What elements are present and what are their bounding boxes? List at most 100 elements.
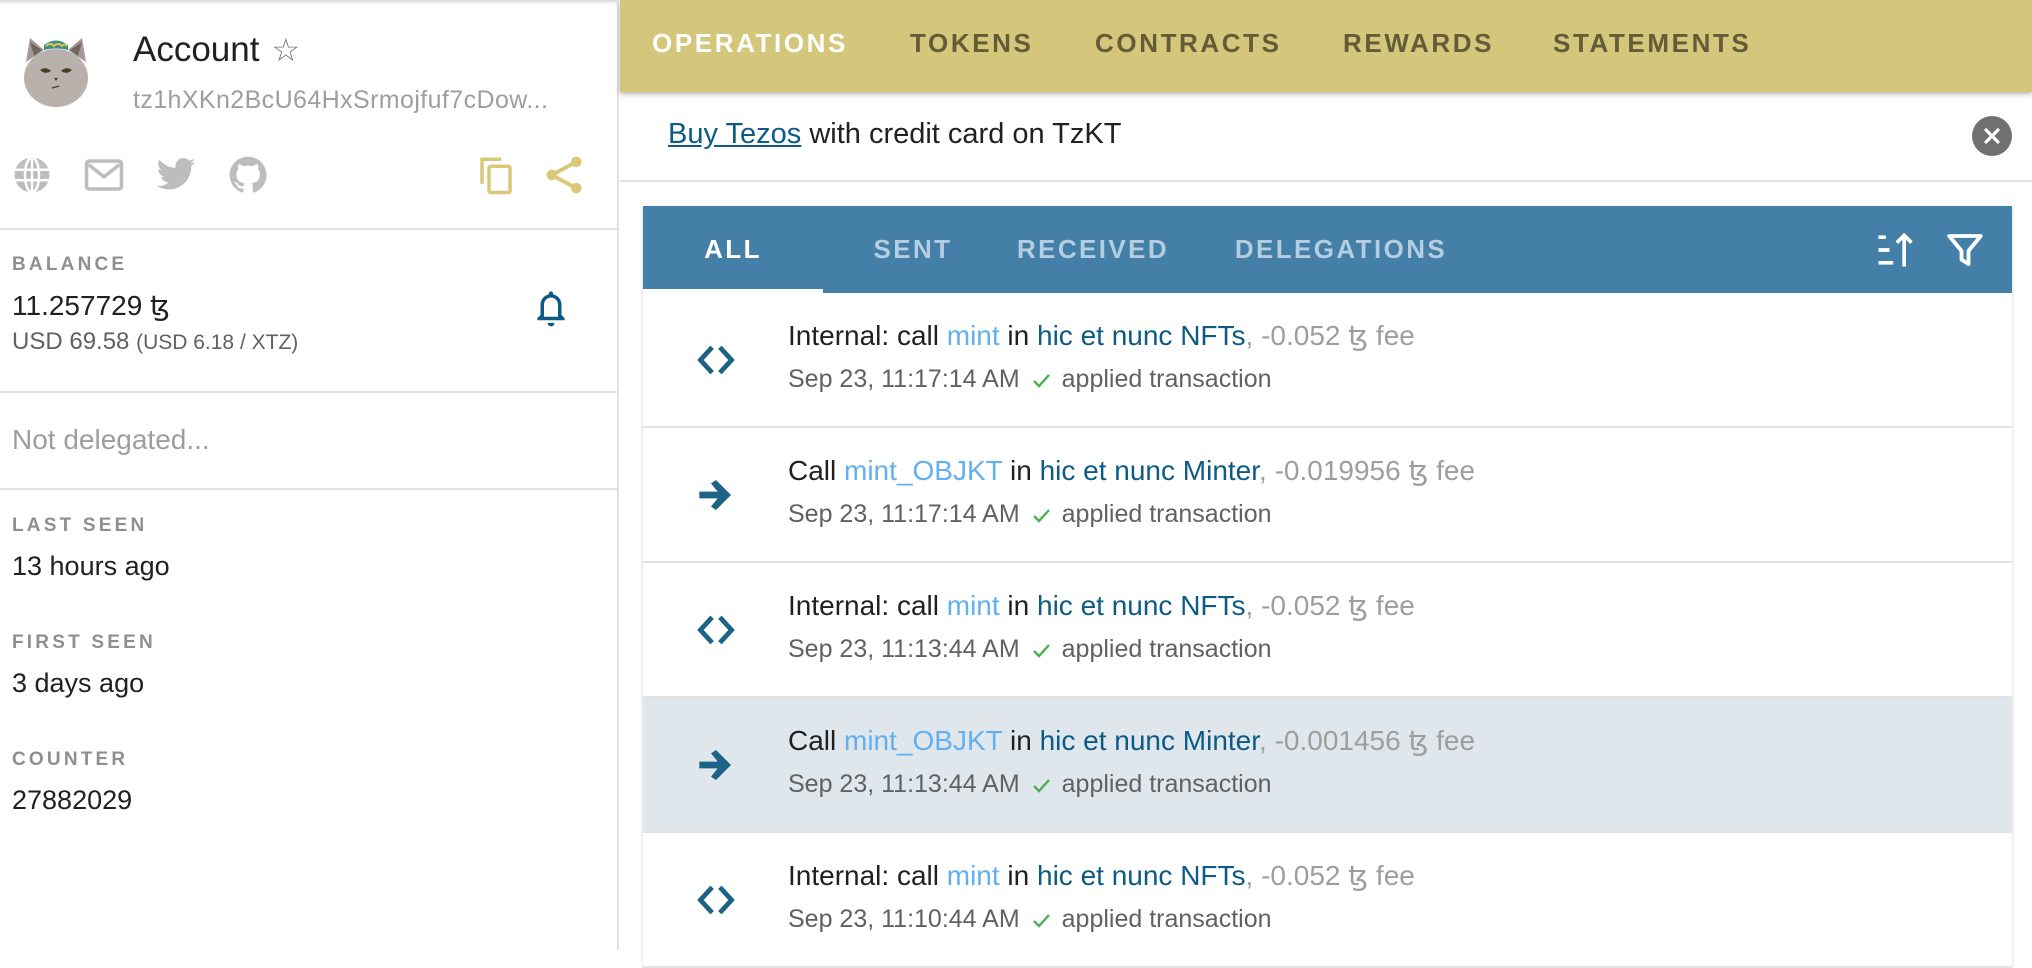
tab-sent[interactable]: SENT (823, 206, 1003, 293)
account-name: Account (133, 30, 260, 69)
operation-time[interactable]: Sep 23, 11:17:14 AM (788, 365, 1020, 394)
filter-icon[interactable] (1943, 228, 1987, 272)
counter-label: COUNTER (12, 749, 129, 770)
operation-in: in (999, 320, 1038, 351)
check-icon (1028, 907, 1054, 933)
entrypoint-link[interactable]: mint (947, 320, 1000, 351)
buy-tezos-banner: Buy Tezos with credit card on TzKT (620, 92, 2032, 182)
operation-in: in (999, 590, 1038, 621)
operations-list: Internal: call mint in hic et nunc NFTs,… (643, 293, 2012, 968)
operation-row[interactable]: Internal: call mint in hic et nunc NFTs,… (643, 293, 2012, 428)
github-icon[interactable] (226, 153, 270, 197)
check-icon (1028, 772, 1054, 798)
contract-link[interactable]: hic et nunc Minter (1040, 455, 1259, 486)
account-title: Account ☆ (133, 30, 300, 70)
check-icon (1028, 367, 1054, 393)
entrypoint-link[interactable]: mint_OBJKT (844, 725, 1002, 756)
code-brackets-icon (693, 337, 739, 383)
check-icon (1028, 502, 1054, 528)
operation-meta: Sep 23, 11:17:14 AM applied transaction (788, 500, 1272, 529)
operation-time[interactable]: Sep 23, 11:10:44 AM (788, 905, 1020, 934)
contract-link[interactable]: hic et nunc NFTs (1037, 590, 1246, 621)
account-actions (474, 152, 586, 198)
operation-in: in (999, 860, 1038, 891)
arrow-right-icon (693, 742, 739, 788)
last-seen-label: LAST SEEN (12, 515, 148, 536)
tab-operations[interactable]: OPERATIONS (652, 28, 848, 59)
copy-icon[interactable] (474, 153, 518, 197)
social-links (10, 152, 270, 198)
operation-fee: , -0.052 ꜩ fee (1245, 320, 1415, 351)
operation-status: applied transaction (1061, 635, 1272, 663)
code-brackets-icon (693, 607, 739, 653)
banner-text: Buy Tezos with credit card on TzKT (668, 118, 1121, 151)
share-icon[interactable] (542, 153, 586, 197)
banner-message: with credit card on TzKT (801, 118, 1122, 150)
operation-summary: Internal: call mint in hic et nunc NFTs,… (788, 859, 1415, 892)
operation-type-tabs: ALL SENT RECEIVED DELEGATIONS (643, 206, 2012, 293)
bell-icon[interactable] (530, 287, 572, 329)
tab-tokens[interactable]: TOKENS (910, 28, 1033, 59)
first-seen-value: 3 days ago (12, 668, 145, 698)
close-icon (1984, 128, 2000, 144)
divider (0, 228, 617, 230)
operation-prefix: Internal: call (788, 590, 947, 621)
mail-icon[interactable] (82, 153, 126, 197)
sort-ascending-icon[interactable] (1873, 228, 1917, 272)
account-tabs: OPERATIONS TOKENS CONTRACTS REWARDS STAT… (620, 0, 2032, 92)
tab-contracts[interactable]: CONTRACTS (1095, 28, 1282, 59)
contract-link[interactable]: hic et nunc NFTs (1037, 860, 1246, 891)
account-avatar (24, 38, 88, 107)
contract-link[interactable]: hic et nunc Minter (1040, 725, 1259, 756)
code-brackets-icon (693, 877, 739, 923)
operations-card: ALL SENT RECEIVED DELEGATIONS Internal: … (643, 206, 2012, 968)
check-icon (1028, 637, 1054, 663)
operation-status: applied transaction (1061, 500, 1272, 528)
entrypoint-link[interactable]: mint_OBJKT (844, 455, 1002, 486)
buy-tezos-link[interactable]: Buy Tezos (668, 118, 801, 150)
operation-in: in (1002, 725, 1040, 756)
operation-meta: Sep 23, 11:17:14 AM applied transaction (788, 365, 1272, 394)
operation-time[interactable]: Sep 23, 11:17:14 AM (788, 500, 1020, 529)
entrypoint-link[interactable]: mint (947, 860, 1000, 891)
contract-link[interactable]: hic et nunc NFTs (1037, 320, 1246, 351)
operation-fee: , -0.052 ꜩ fee (1245, 590, 1415, 621)
operation-status: applied transaction (1061, 770, 1272, 798)
operation-row[interactable]: Call mint_OBJKT in hic et nunc Minter, -… (643, 698, 2012, 833)
tab-statements[interactable]: STATEMENTS (1553, 28, 1751, 59)
account-address[interactable]: tz1hXKn2BcU64HxSrmojfuf7cDow... (133, 86, 548, 115)
operation-fee: , -0.052 ꜩ fee (1245, 860, 1415, 891)
operation-meta: Sep 23, 11:13:44 AM applied transaction (788, 770, 1272, 799)
xtz-rate: (USD 6.18 / XTZ) (136, 331, 299, 354)
counter-value: 27882029 (12, 785, 133, 815)
operation-status: applied transaction (1061, 905, 1272, 933)
operation-row[interactable]: Internal: call mint in hic et nunc NFTs,… (643, 563, 2012, 698)
operation-prefix: Call (788, 725, 845, 756)
operation-time[interactable]: Sep 23, 11:13:44 AM (788, 635, 1020, 664)
operation-row[interactable]: Internal: call mint in hic et nunc NFTs,… (643, 833, 2012, 968)
globe-icon[interactable] (10, 153, 54, 197)
divider (0, 391, 617, 393)
operation-time[interactable]: Sep 23, 11:13:44 AM (788, 770, 1020, 799)
tab-delegations[interactable]: DELEGATIONS (1206, 206, 1476, 293)
operation-fee: , -0.001456 ꜩ fee (1259, 725, 1476, 756)
first-seen-label: FIRST SEEN (12, 632, 156, 653)
operation-summary: Internal: call mint in hic et nunc NFTs,… (788, 319, 1415, 352)
operation-prefix: Internal: call (788, 860, 947, 891)
operation-status: applied transaction (1061, 365, 1272, 393)
operation-meta: Sep 23, 11:10:44 AM applied transaction (788, 905, 1272, 934)
entrypoint-link[interactable]: mint (947, 590, 1000, 621)
close-banner-button[interactable] (1972, 116, 2012, 156)
operation-fee: , -0.019956 ꜩ fee (1259, 455, 1476, 486)
favorite-star-icon[interactable]: ☆ (271, 34, 300, 66)
balance-usd-value: USD 69.58 (12, 328, 130, 355)
operation-row[interactable]: Call mint_OBJKT in hic et nunc Minter, -… (643, 428, 2012, 563)
twitter-icon[interactable] (154, 153, 198, 197)
tab-rewards[interactable]: REWARDS (1343, 28, 1494, 59)
tab-received[interactable]: RECEIVED (1003, 206, 1183, 293)
divider (0, 488, 617, 490)
tab-all[interactable]: ALL (643, 206, 823, 293)
operation-prefix: Call (788, 455, 845, 486)
last-seen-value: 13 hours ago (12, 551, 170, 581)
arrow-right-icon (693, 472, 739, 518)
